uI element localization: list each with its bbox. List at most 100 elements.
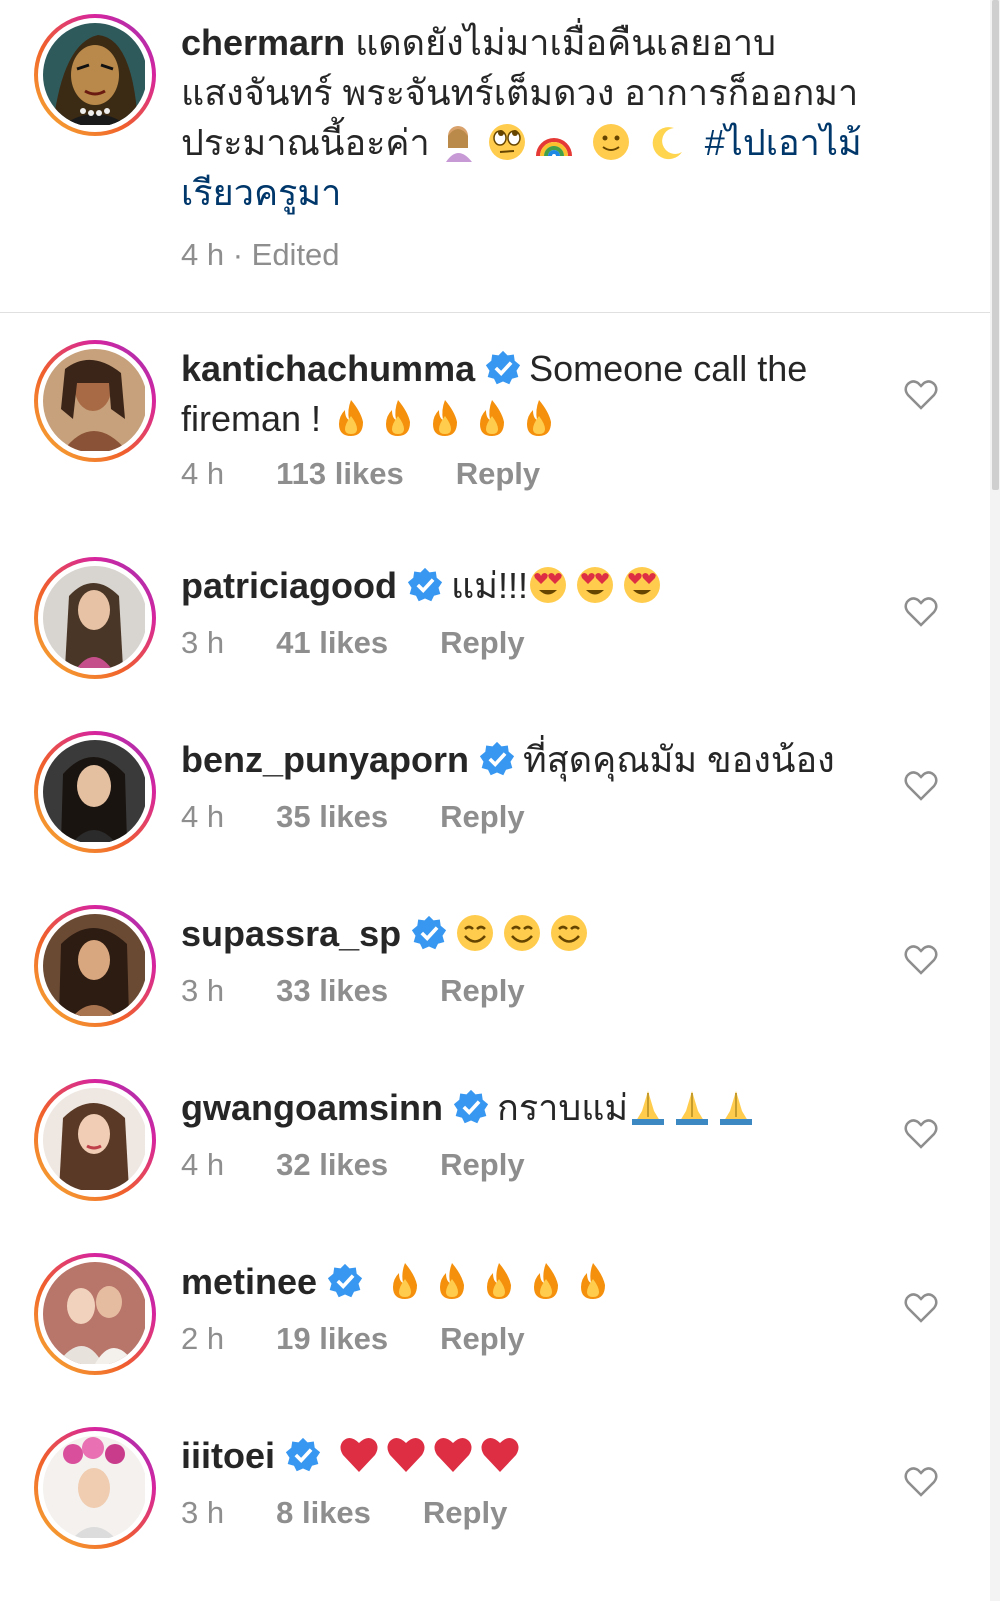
heart-eyes-emoji-icon xyxy=(623,567,660,603)
likes-count[interactable]: 32 likes xyxy=(276,1147,388,1182)
avatar[interactable] xyxy=(34,557,156,679)
verified-badge-icon xyxy=(412,915,447,950)
comment-timestamp: 3 h xyxy=(181,625,225,660)
avatar[interactable] xyxy=(34,1253,156,1375)
comment-timestamp: 4 h xyxy=(181,1147,225,1182)
comment-row: kantichachumma Someone call the fireman !… xyxy=(0,326,990,502)
profile-photo xyxy=(43,914,147,1018)
likes-count[interactable]: 35 likes xyxy=(276,799,388,834)
likes-count[interactable]: 41 likes xyxy=(276,625,388,660)
fire-emoji-icon xyxy=(534,1263,559,1299)
profile-photo xyxy=(43,566,147,670)
fire-emoji-icon xyxy=(440,1263,465,1299)
likes-count[interactable]: 8 likes xyxy=(276,1495,371,1530)
scrollbar[interactable] xyxy=(990,0,1000,1601)
avatar[interactable] xyxy=(34,731,156,853)
smiling-face-emoji-icon xyxy=(504,915,541,951)
comment-timestamp: 3 h xyxy=(181,1495,225,1530)
rainbow-emoji-icon xyxy=(535,138,572,157)
fire-emoji-icon xyxy=(487,1263,512,1299)
comment-timestamp: 3 h xyxy=(181,973,225,1008)
avatar[interactable] xyxy=(34,14,156,136)
heart-icon[interactable] xyxy=(904,1293,938,1323)
red-heart-emoji-icon xyxy=(481,1437,519,1472)
comment-text: แม่!!! xyxy=(451,565,528,606)
comment-row: iiitoei 3 h 8 likes Reply xyxy=(0,1413,990,1589)
caption-timestamp: 4 h · Edited xyxy=(181,237,340,272)
profile-photo xyxy=(43,349,147,453)
comment-row: supassra_sp 3 h 33 likes Reply xyxy=(0,891,990,1067)
reply-button[interactable]: Reply xyxy=(440,625,524,660)
fire-emoji-icon xyxy=(339,400,364,436)
reply-button[interactable]: Reply xyxy=(440,1321,524,1356)
crescent-moon-emoji-icon xyxy=(652,127,682,160)
likes-count[interactable]: 113 likes xyxy=(276,456,404,491)
comment-row: gwangoamsinn กราบแม่ 4 h 32 likes Reply xyxy=(0,1065,990,1241)
reply-button[interactable]: Reply xyxy=(440,973,524,1008)
profile-photo xyxy=(43,740,147,844)
reply-button[interactable]: Reply xyxy=(440,1147,524,1182)
comment-username[interactable]: patriciagood xyxy=(181,565,397,606)
rolling-eyes-emoji-icon xyxy=(488,124,525,160)
reply-button[interactable]: Reply xyxy=(440,799,524,834)
folded-hands-emoji-icon xyxy=(720,1091,753,1125)
verified-badge-icon xyxy=(479,741,515,776)
comment-row: benz_punyaporn ที่สุดคุณมัม ของน้อง 4 h 35… xyxy=(0,717,990,893)
fire-emoji-icon xyxy=(480,400,505,436)
caption-username[interactable]: chermarn xyxy=(181,22,345,63)
verified-badge-icon xyxy=(453,1089,489,1124)
profile-photo xyxy=(43,1262,147,1366)
heart-icon[interactable] xyxy=(904,945,938,975)
heart-eyes-emoji-icon xyxy=(529,567,566,603)
reply-button[interactable]: Reply xyxy=(456,456,540,491)
heart-icon[interactable] xyxy=(904,597,938,627)
heart-icon[interactable] xyxy=(904,1119,938,1149)
heart-icon[interactable] xyxy=(904,771,938,801)
heart-icon[interactable] xyxy=(904,380,938,410)
cartoon-avatar-image xyxy=(43,23,147,127)
comment-row: patriciagood แม่!!! 3 h 41 likes Reply xyxy=(0,543,990,719)
verified-badge-icon xyxy=(407,567,443,602)
avatar[interactable] xyxy=(34,1427,156,1549)
comment-username[interactable]: gwangoamsinn xyxy=(181,1087,443,1128)
comment-timestamp: 2 h xyxy=(181,1321,225,1356)
smiling-face-emoji-icon xyxy=(457,915,494,951)
comment-username[interactable]: metinee xyxy=(181,1261,317,1302)
red-heart-emoji-icon xyxy=(434,1437,472,1472)
comment-username[interactable]: supassra_sp xyxy=(181,913,401,954)
avatar[interactable] xyxy=(34,340,156,462)
fire-emoji-icon xyxy=(393,1263,418,1299)
folded-hands-emoji-icon xyxy=(632,1091,665,1125)
fire-emoji-icon xyxy=(386,400,411,436)
woman-tipping-hand-emoji-icon xyxy=(445,126,472,162)
profile-photo xyxy=(43,1088,147,1192)
comment-username[interactable]: kantichachumma xyxy=(181,348,475,389)
fire-emoji-icon xyxy=(433,400,458,436)
comment-timestamp: 4 h xyxy=(181,799,225,834)
profile-photo xyxy=(43,1436,147,1540)
scrollbar-thumb[interactable] xyxy=(992,0,999,490)
fire-emoji-icon xyxy=(527,400,552,436)
comment-text: ที่สุดคุณมัม ของน้อง xyxy=(523,739,835,780)
verified-badge-icon xyxy=(486,350,521,385)
smiling-face-emoji-icon xyxy=(551,915,588,951)
red-heart-emoji-icon xyxy=(340,1437,378,1472)
avatar[interactable] xyxy=(34,1079,156,1201)
comment-text: กราบแม่ xyxy=(497,1087,629,1128)
verified-badge-icon xyxy=(285,1437,321,1472)
reply-button[interactable]: Reply xyxy=(423,1495,507,1530)
fire-emoji-icon xyxy=(581,1263,606,1299)
post-caption: chermarn แดดยังไม่มาเมื่อคืนเลยอาบแสงจัน… xyxy=(0,0,990,312)
divider xyxy=(0,312,990,313)
likes-count[interactable]: 19 likes xyxy=(276,1321,388,1356)
likes-count[interactable]: 33 likes xyxy=(276,973,388,1008)
avatar[interactable] xyxy=(34,905,156,1027)
heart-eyes-emoji-icon xyxy=(576,567,613,603)
comment-username[interactable]: benz_punyaporn xyxy=(181,739,469,780)
comment-row: metinee 2 h 19 likes Reply xyxy=(0,1239,990,1415)
comment-username[interactable]: iiitoei xyxy=(181,1435,275,1476)
red-heart-emoji-icon xyxy=(387,1437,425,1472)
heart-icon[interactable] xyxy=(904,1467,938,1497)
comment-timestamp: 4 h xyxy=(181,456,225,491)
verified-badge-icon xyxy=(327,1263,363,1298)
